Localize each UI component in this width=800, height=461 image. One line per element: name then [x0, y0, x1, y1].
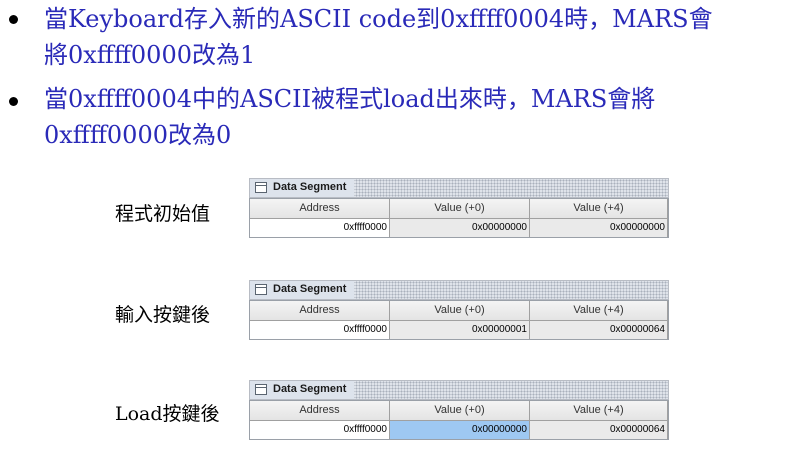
- column-header-address[interactable]: Address: [250, 301, 390, 321]
- column-header-value-4[interactable]: Value (+4): [530, 199, 668, 219]
- column-header-value-0[interactable]: Value (+0): [390, 401, 530, 421]
- cell-value-0-selected[interactable]: 0x00000000: [390, 421, 530, 439]
- bullet-text-line1: 當Keyboard存入新的ASCII code到0xffff0004時，MARS…: [44, 5, 713, 33]
- cell-value-4[interactable]: 0x00000064: [530, 421, 668, 439]
- row-label-after-input: 輸入按鍵後: [115, 304, 211, 326]
- data-table: Address Value (+0) Value (+4) 0xffff0000…: [249, 198, 669, 238]
- row-label-initial: 程式初始值: [115, 203, 211, 225]
- data-segment-panel-after-input: Data Segment Address Value (+0) Value (+…: [249, 280, 669, 340]
- column-header-address[interactable]: Address: [250, 401, 390, 421]
- cell-value-4[interactable]: 0x00000064: [530, 321, 668, 339]
- cell-value-4[interactable]: 0x00000000: [530, 219, 668, 237]
- bullet-text-line2: 0xffff0000改為0: [44, 121, 232, 149]
- data-table: Address Value (+0) Value (+4) 0xffff0000…: [249, 300, 669, 340]
- cell-address[interactable]: 0xffff0000: [250, 321, 390, 339]
- column-header-value-0[interactable]: Value (+0): [390, 199, 530, 219]
- cell-address[interactable]: 0xffff0000: [250, 219, 390, 237]
- panel-title-bar: Data Segment: [249, 280, 669, 300]
- column-header-address[interactable]: Address: [250, 199, 390, 219]
- cell-value-0[interactable]: 0x00000001: [390, 321, 530, 339]
- column-header-value-0[interactable]: Value (+0): [390, 301, 530, 321]
- bullet-text-line2: 將0xffff0000改為1: [44, 41, 256, 69]
- data-segment-panel-after-load: Data Segment Address Value (+0) Value (+…: [249, 380, 669, 440]
- panel-title-bar: Data Segment: [249, 380, 669, 400]
- cell-address[interactable]: 0xffff0000: [250, 421, 390, 439]
- column-header-value-4[interactable]: Value (+4): [530, 301, 668, 321]
- column-header-value-4[interactable]: Value (+4): [530, 401, 668, 421]
- window-icon: [255, 384, 267, 395]
- data-segment-panel-initial: Data Segment Address Value (+0) Value (+…: [249, 178, 669, 238]
- bullet-dot-icon: [9, 15, 18, 24]
- window-icon: [255, 182, 267, 193]
- panel-title: Data Segment: [273, 283, 347, 295]
- data-table: Address Value (+0) Value (+4) 0xffff0000…: [249, 400, 669, 440]
- window-icon: [255, 284, 267, 295]
- panel-title: Data Segment: [273, 181, 347, 193]
- bullet-text-line1: 當0xffff0004中的ASCII被程式load出來時，MARS會將: [44, 85, 656, 113]
- bullet-dot-icon: [9, 97, 18, 106]
- row-label-after-load: Load按鍵後: [115, 403, 220, 425]
- cell-value-0[interactable]: 0x00000000: [390, 219, 530, 237]
- panel-title-bar: Data Segment: [249, 178, 669, 198]
- panel-title: Data Segment: [273, 383, 347, 395]
